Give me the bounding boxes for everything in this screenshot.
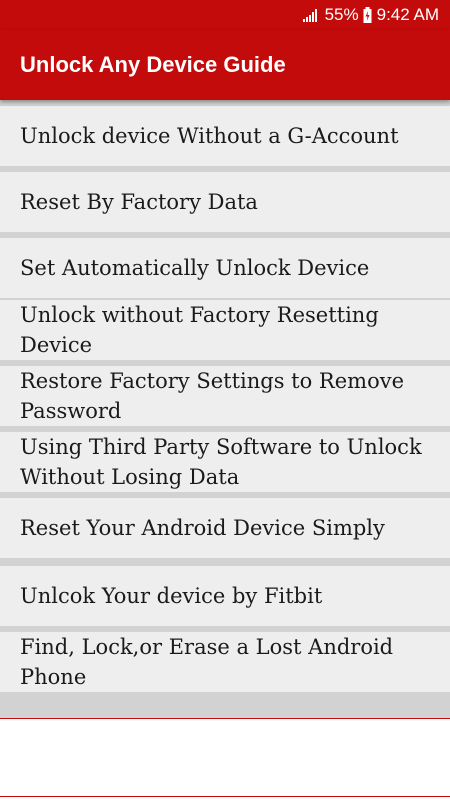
list-item[interactable]: Restore Factory Settings to Remove Passw… [0, 366, 450, 426]
list-item-label: Unlcok Your device by Fitbit [20, 584, 323, 608]
list-item[interactable]: Find, Lock,or Erase a Lost Android Phone [0, 632, 450, 692]
list-item-label: Unlock without Factory Resetting Device [20, 303, 379, 357]
list-item[interactable]: Using Third Party Software to Unlock Wit… [0, 432, 450, 492]
status-bar: 55% 9:42 AM [0, 0, 450, 30]
clock: 9:42 AM [376, 5, 439, 24]
list-item[interactable]: Reset Your Android Device Simply [0, 498, 450, 558]
app-bar: Unlock Any Device Guide [0, 30, 450, 100]
list-item-label: Find, Lock,or Erase a Lost Android Phone [20, 635, 394, 689]
list-item-label: Unlock device Without a G-Account [20, 124, 399, 148]
list-item-label: Reset By Factory Data [20, 190, 258, 214]
list-item-label: Reset Your Android Device Simply [20, 516, 385, 540]
list-item[interactable]: Unlock device Without a G-Account [0, 106, 450, 166]
list-item[interactable]: Reset By Factory Data [0, 172, 450, 232]
battery-charging-icon [363, 7, 372, 23]
app-title: Unlock Any Device Guide [20, 52, 286, 77]
signal-icon [302, 8, 319, 22]
list-item-label: Set Automatically Unlock Device [20, 256, 370, 280]
bottom-panel [0, 718, 450, 797]
list-item-label: Restore Factory Settings to Remove Passw… [20, 369, 404, 423]
battery-percent: 55% [324, 5, 359, 24]
list-item[interactable]: Unlcok Your device by Fitbit [0, 566, 450, 626]
list-item[interactable]: Unlock without Factory Resetting Device [0, 300, 450, 360]
guide-list: Unlock device Without a G-Account Reset … [0, 100, 450, 718]
list-item-label: Using Third Party Software to Unlock Wit… [20, 435, 422, 489]
list-item[interactable]: Set Automatically Unlock Device [0, 238, 450, 298]
